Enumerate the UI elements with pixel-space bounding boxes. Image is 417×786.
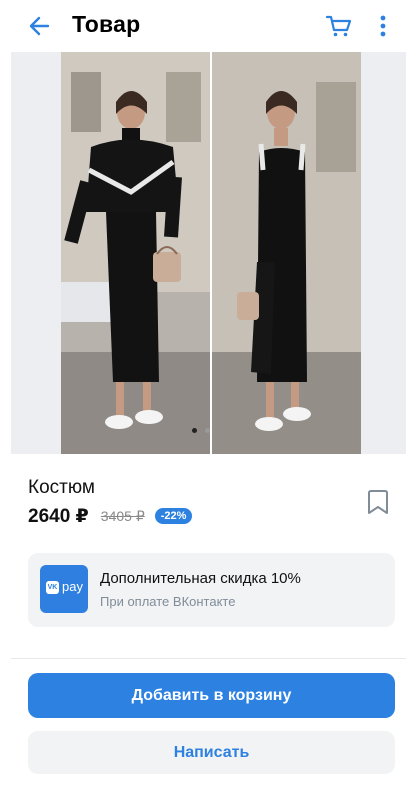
add-to-cart-button[interactable]: Добавить в корзину: [28, 673, 395, 718]
page-title: Товар: [72, 11, 141, 37]
pagination-dot[interactable]: [205, 428, 210, 433]
product-gallery[interactable]: [11, 52, 406, 454]
discount-badge: -22%: [154, 508, 193, 524]
old-price: 3405 ₽: [100, 507, 145, 524]
pay-logo-text: pay: [62, 579, 83, 594]
promo-subtitle: При оплате ВКонтакте: [100, 594, 236, 609]
more-button[interactable]: [374, 12, 392, 40]
more-vertical-icon: [380, 15, 386, 37]
product-photo: [61, 52, 361, 454]
top-bar: Товар: [0, 0, 417, 50]
vkpay-logo: VK pay: [40, 565, 88, 613]
divider: [11, 658, 406, 659]
cart-icon: [325, 15, 352, 37]
arrow-left-icon: [29, 16, 50, 36]
back-button[interactable]: [26, 12, 54, 40]
gallery-pagination: [192, 428, 210, 433]
current-price: 2640 ₽: [28, 505, 89, 527]
bookmark-icon: [368, 490, 388, 514]
promo-title: Дополнительная скидка 10%: [100, 570, 301, 587]
cart-button[interactable]: [325, 12, 353, 40]
pagination-dot-active[interactable]: [192, 428, 197, 433]
product-name: Костюм: [28, 477, 95, 498]
vkpay-promo[interactable]: VK pay Дополнительная скидка 10% При опл…: [28, 553, 395, 627]
bookmark-button[interactable]: [364, 487, 392, 517]
price-row: 2640 ₽ 3405 ₽ -22%: [28, 505, 193, 527]
write-message-button[interactable]: Написать: [28, 731, 395, 774]
vk-logo-icon: VK: [46, 581, 59, 594]
